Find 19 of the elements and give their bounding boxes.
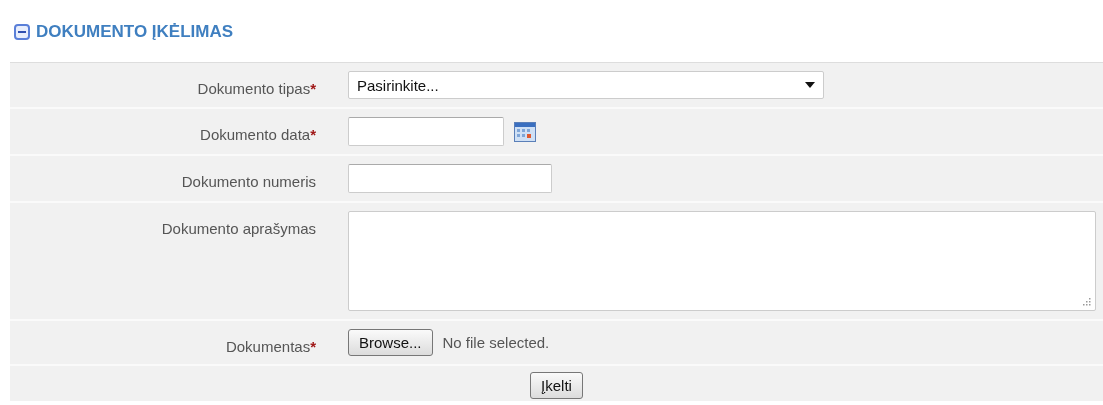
section-title: DOKUMENTO ĮKĖLIMAS bbox=[36, 22, 234, 42]
type-dropdown[interactable]: Pasirinkite... bbox=[348, 71, 824, 99]
date-field[interactable] bbox=[348, 117, 504, 146]
required-mark: * bbox=[310, 338, 316, 355]
number-field[interactable] bbox=[348, 164, 552, 193]
field-label: Dokumento aprašymas bbox=[160, 219, 316, 239]
resize-grip-icon[interactable] bbox=[1082, 297, 1091, 306]
collapse-icon[interactable] bbox=[14, 24, 30, 40]
field-label: Dokumento data* bbox=[199, 125, 316, 145]
upload-button[interactable]: Įkelti bbox=[530, 372, 583, 399]
required-mark: * bbox=[310, 126, 316, 143]
field-label: Dokumento numeris bbox=[180, 172, 316, 192]
required-mark: * bbox=[310, 80, 316, 97]
browse-button[interactable]: Browse... bbox=[348, 329, 433, 356]
file-status: No file selected. bbox=[442, 334, 550, 351]
calendar-icon[interactable] bbox=[514, 121, 536, 142]
description-field[interactable] bbox=[348, 211, 1096, 311]
field-label: Dokumentas* bbox=[224, 337, 316, 356]
field-label: Dokumento tipas* bbox=[196, 79, 316, 99]
